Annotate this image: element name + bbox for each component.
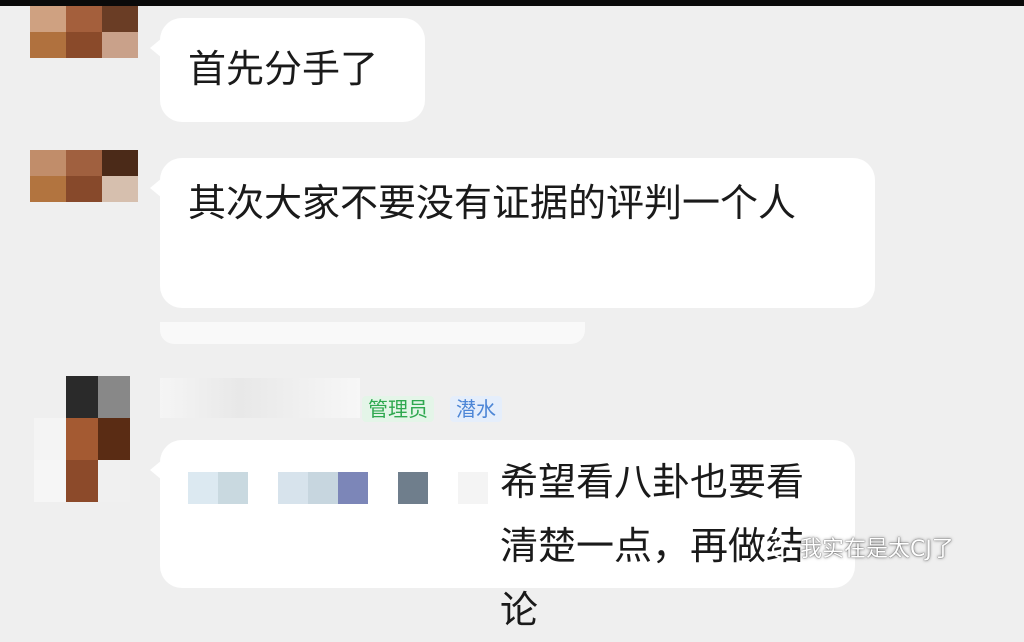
mention-mosaic xyxy=(188,472,508,504)
message-bubble[interactable]: 首先分手了 xyxy=(150,18,425,122)
wechat-icon xyxy=(760,533,793,559)
message-text: 首先分手了 xyxy=(188,47,379,91)
watermark-text: 我实在是太CJ了 xyxy=(800,537,954,562)
watermark: 我实在是太CJ了 xyxy=(760,530,954,564)
role-badge-admin: 管理员 xyxy=(362,396,434,422)
avatar[interactable] xyxy=(30,6,138,58)
sender-name-blurred xyxy=(160,378,360,418)
top-status-bar xyxy=(0,0,1024,6)
message-bubble[interactable]: 其次大家不要没有证据的评判一个人 xyxy=(150,158,875,308)
avatar[interactable] xyxy=(34,376,130,502)
message-text: 其次大家不要没有证据的评判一个人 xyxy=(188,181,797,225)
message-bubble[interactable]: 希望看八卦也要看清楚一点，再做结论 xyxy=(150,440,855,632)
role-badge-lurk: 潜水 xyxy=(450,396,502,422)
faded-message-edge xyxy=(160,322,585,344)
avatar[interactable] xyxy=(30,150,138,202)
